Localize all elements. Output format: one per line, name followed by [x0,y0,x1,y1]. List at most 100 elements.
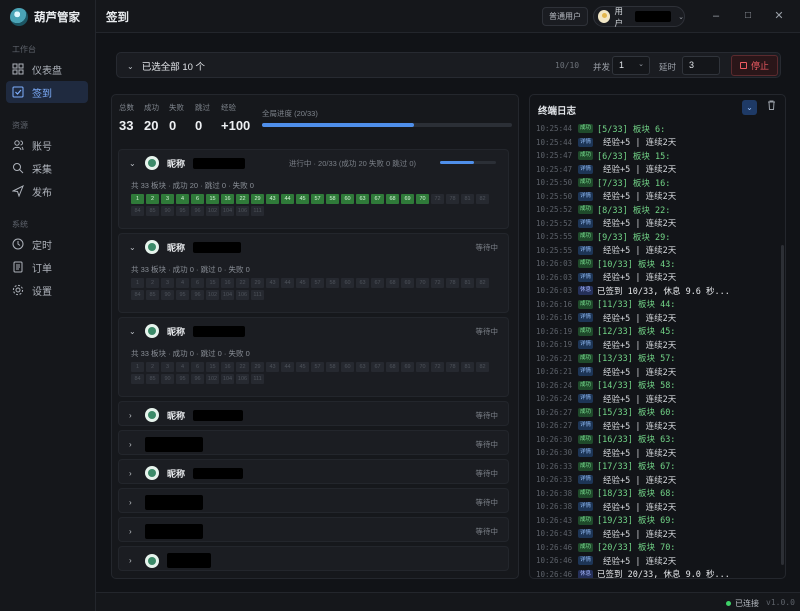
account-card[interactable]: › [118,546,509,571]
account-header[interactable]: › [129,437,203,452]
delay-input[interactable]: 3 [682,56,720,75]
log-message: [13/33] 板块 57: [597,354,676,365]
log-tag: 成功 [578,124,594,134]
account-header[interactable]: ⌄ 昵称 [129,156,246,170]
scroll-to-bottom-button[interactable]: ⌄ [742,100,757,115]
log-time: 10:26:24 [536,394,573,404]
log-message: 经验+5 | 连续2天 [603,367,677,378]
nav-section-workbench: 工作台 [12,45,36,54]
concurrency-select[interactable]: 1 ⌄ [612,56,650,75]
log-message: [15/33] 板块 60: [597,408,676,419]
account-header[interactable]: ⌄ 昵称 [129,240,242,254]
board-cell: 15 [206,278,219,288]
sidebar-item-settings[interactable]: 设置 [6,279,88,301]
sidebar-item-accounts[interactable]: 账号 [6,134,88,156]
accounts-icon [12,140,24,151]
board-cell: 44 [281,194,294,204]
log-line: 10:26:33 详情 经验+5 | 连续2天 [536,473,776,487]
board-cell: 16 [221,362,234,372]
board-cell: 16 [221,194,234,204]
select-all-toggle[interactable]: ⌄ 已选全部 10 个 [127,59,205,74]
board-cell: 82 [476,278,489,288]
stat-label: 跳过 [195,103,210,112]
chevron-down-icon[interactable]: ⌄ [129,327,137,336]
log-message: [12/33] 板块 45: [597,327,676,338]
account-avatar-icon [145,240,159,254]
account-header[interactable]: › 昵称 [129,466,244,480]
trash-icon[interactable] [764,100,779,115]
user-menu[interactable]: 用户 ⌄ [593,5,685,28]
account-card[interactable]: ⌄ 昵称 等待中共 33 板块 · 成功 0 · 跳过 0 · 失败 0123461… [118,233,509,313]
account-header[interactable]: › [129,524,203,539]
stop-button[interactable]: 停止 [731,55,778,76]
delay-label: 延时 [659,62,677,72]
board-cell: 81 [461,278,474,288]
account-header[interactable]: › 昵称 [129,408,244,422]
user-name: 用户 [614,5,623,28]
log-tag: 成功 [578,407,594,417]
log-time: 10:26:27 [536,407,573,417]
sidebar-item-label: 采集 [32,164,52,176]
chevron-down-icon: ⌄ [127,61,134,71]
account-avatar-icon [145,466,159,480]
account-card[interactable]: › 昵称 等待中 [118,459,509,484]
account-avatar-icon [145,156,159,170]
sidebar-item-orders[interactable]: 订单 [6,256,88,278]
scrollbar[interactable] [781,245,784,565]
account-header[interactable]: › [129,495,203,510]
account-card[interactable]: › 等待中 [118,517,509,542]
board-cell: 2 [146,278,159,288]
sidebar-item-dashboard[interactable]: 仪表盘 [6,58,88,80]
sidebar-item-schedule[interactable]: 定时 [6,233,88,255]
board-cell: 3 [161,278,174,288]
account-card[interactable]: ⌄ 昵称 等待中共 33 板块 · 成功 0 · 跳过 0 · 失败 0123461… [118,317,509,397]
board-cell: 15 [206,362,219,372]
log-tag: 成功 [578,178,594,188]
account-card[interactable]: › 等待中 [118,430,509,455]
board-cell: 3 [161,194,174,204]
chevron-right-icon[interactable]: › [129,411,137,420]
chevron-right-icon[interactable]: › [129,440,137,449]
log-tag: 详情 [578,191,594,201]
chevron-down-icon[interactable]: ⌄ [129,243,137,252]
chevron-right-icon[interactable]: › [129,469,137,478]
maximize-icon[interactable]: □ [740,8,756,24]
board-cell: 45 [296,362,309,372]
board-cell: 58 [326,362,339,372]
chevron-down-icon: ⌄ [638,61,644,68]
chevron-right-icon[interactable]: › [129,527,137,536]
account-header[interactable]: ⌄ 昵称 [129,324,246,338]
account-card[interactable]: ⌄ 昵称 进行中 · 20/33 (成功 20 失败 0 跳过 0) 共 33 板块 … [118,149,509,229]
sidebar-item-collect[interactable]: 采集 [6,157,88,179]
account-card[interactable]: › 等待中 [118,488,509,513]
log-time: 10:25:44 [536,124,573,134]
log-time: 10:26:16 [536,313,573,323]
board-cell: 68 [386,194,399,204]
board-cell: 60 [341,194,354,204]
account-header[interactable]: › [129,553,211,568]
minimize-icon[interactable]: – [708,8,724,24]
log-tag: 详情 [578,394,594,404]
sidebar-item-checkin[interactable]: 签到 [6,81,88,103]
log-line: 10:25:52 详情 经验+5 | 连续2天 [536,217,776,231]
global-progress-fill [262,123,414,127]
board-cell: 102 [206,374,219,384]
chevron-right-icon[interactable]: › [129,498,137,507]
account-progress-panel: 总数 33 成功 20 失败 0 跳过 0 经验 +100 全局进度 (20/3… [111,94,519,579]
stat-value: 0 [169,118,177,133]
sidebar-item-publish[interactable]: 发布 [6,180,88,202]
board-cell: 78 [446,278,459,288]
redacted-account-name [193,409,244,421]
board-cell: 29 [251,278,264,288]
account-card[interactable]: › 昵称 等待中 [118,401,509,426]
board-cell: 85 [146,374,159,384]
stop-icon [739,62,747,69]
board-cell: 57 [311,194,324,204]
stat-skip: 跳过 0 [195,102,210,133]
close-icon[interactable]: ✕ [771,8,787,24]
chevron-down-icon[interactable]: ⌄ [129,159,137,168]
clock-icon [12,238,24,250]
account-status: 等待中 [475,527,499,536]
log-time: 10:26:30 [536,434,573,444]
chevron-right-icon[interactable]: › [129,556,137,565]
